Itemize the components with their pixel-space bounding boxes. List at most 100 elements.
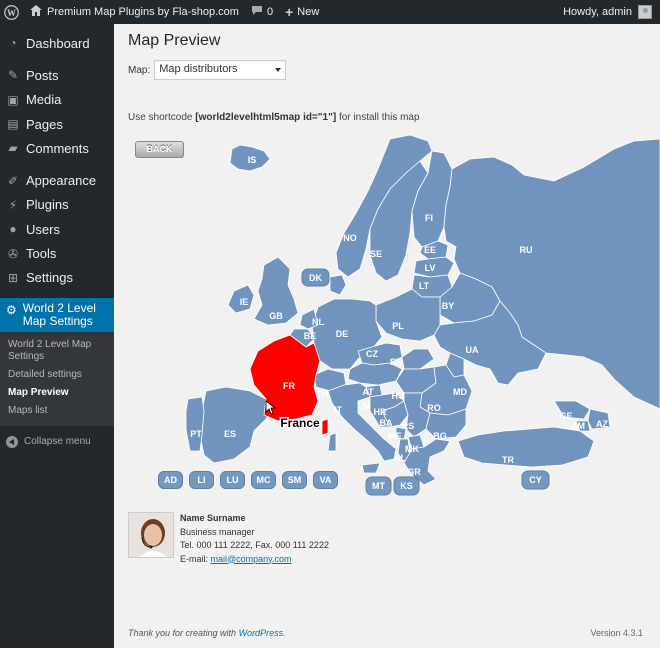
comment-bubble-icon <box>251 5 263 19</box>
label-BG: BG <box>433 431 447 441</box>
comments-link[interactable]: 0 <box>245 0 279 24</box>
collapse-menu-button[interactable]: Collapse menu <box>0 426 114 458</box>
wordpress-link[interactable]: WordPress <box>239 628 284 638</box>
label-IE: IE <box>240 297 249 307</box>
ad-button[interactable]: AD <box>158 471 183 489</box>
shortcode-hint: Use shortcode [world2levelhtml5map id="1… <box>128 112 420 123</box>
footer-thanks: Thank you for creating with WordPress. <box>128 628 286 638</box>
submenu: World 2 Level Map Settings Detailed sett… <box>0 331 114 426</box>
menu-posts[interactable]: ✎ Posts <box>0 63 114 87</box>
label-CZ: CZ <box>366 349 378 359</box>
menu-tools[interactable]: ✇ Tools <box>0 241 114 265</box>
mc-button[interactable]: MC <box>251 471 276 489</box>
comment-icon: ▰ <box>8 141 18 156</box>
menu-dashboard[interactable]: ◔ Dashboard <box>0 31 114 55</box>
settings-icon: ⊞ <box>7 270 19 285</box>
user-icon: ● <box>9 222 17 237</box>
menu-pages[interactable]: ▤ Pages <box>0 112 114 136</box>
country-ES[interactable] <box>199 386 275 464</box>
country-PT[interactable] <box>185 396 205 452</box>
label-BA: BA <box>380 418 393 428</box>
menu-label: Media <box>26 92 62 108</box>
label-GR: GR <box>407 467 421 477</box>
menu-label: Appearance <box>26 173 97 189</box>
label-BY: BY <box>442 301 455 311</box>
label-LV: LV <box>425 263 436 273</box>
sm-button[interactable]: SM <box>282 471 307 489</box>
contact-role: Business manager <box>180 526 255 537</box>
footer-version: Version 4.3.1 <box>590 628 643 638</box>
map-select-value: Map distributors <box>159 63 238 75</box>
pin-icon: ✎ <box>7 68 19 83</box>
site-name-link[interactable]: Premium Map Plugins by Fla-shop.com <box>24 0 245 24</box>
country-SK[interactable] <box>401 348 435 370</box>
menu-label: World 2 Level Map Settings <box>22 300 96 328</box>
label-FI: FI <box>425 213 433 223</box>
submenu-item-current[interactable]: Map Preview <box>0 384 114 402</box>
label-SI: SI <box>362 401 371 411</box>
country-PL[interactable] <box>375 288 441 342</box>
country-RU[interactable] <box>443 138 660 410</box>
submenu-item[interactable]: Maps list <box>0 402 114 420</box>
menu-users[interactable]: ● Users <box>0 217 114 241</box>
country-FR-corsica[interactable] <box>321 418 329 436</box>
shortcode-code: [world2levelhtml5map id="1"] <box>195 112 337 123</box>
collapse-label: Collapse menu <box>24 436 91 448</box>
label-RO: RO <box>427 403 441 413</box>
menu-appearance[interactable]: ✐ Appearance <box>0 168 114 192</box>
plugin-icon: ⚡ <box>8 197 18 212</box>
back-button[interactable]: BACK <box>135 141 184 158</box>
country-tooltip: France <box>280 416 320 430</box>
gear-icon: ⚙ <box>6 302 17 317</box>
li-button[interactable]: LI <box>189 471 214 489</box>
label-ES: ES <box>224 429 236 439</box>
label-GB: GB <box>269 311 283 321</box>
menu-comments[interactable]: ▰ Comments <box>0 136 114 160</box>
label-LT: LT <box>419 281 430 291</box>
label-IT: IT <box>334 405 343 415</box>
new-content-link[interactable]: + New <box>279 0 325 24</box>
va-button[interactable]: VA <box>313 471 338 489</box>
label-ME: ME <box>388 431 402 441</box>
account-menu[interactable]: Howdy, admin <box>557 0 660 24</box>
lu-button[interactable]: LU <box>220 471 245 489</box>
label-HR: HR <box>374 407 387 417</box>
ks-button-label: KS <box>400 481 413 491</box>
svg-text:W: W <box>7 7 16 17</box>
contact-info: Name Surname Business manager Tel. 000 1… <box>180 512 329 566</box>
submenu-item[interactable]: World 2 Level Map Settings <box>0 336 114 366</box>
menu-label: Dashboard <box>26 35 90 51</box>
avatar <box>638 5 652 19</box>
menu-label: Pages <box>26 116 63 132</box>
label-GE: GE <box>559 411 572 421</box>
page-title: Map Preview <box>128 32 221 49</box>
country-IT-sardinia[interactable] <box>327 432 337 452</box>
label-EE: EE <box>424 245 436 255</box>
label-MD: MD <box>453 387 467 397</box>
submenu-item[interactable]: Detailed settings <box>0 366 114 384</box>
label-CH: CH <box>316 389 329 399</box>
menu-settings[interactable]: ⊞ Settings <box>0 266 114 290</box>
contact-phone: Tel. 000 111 2222, Fax. 000 111 2222 <box>180 540 329 550</box>
country-IT-sicily[interactable] <box>361 462 381 474</box>
label-MK: MK <box>405 444 419 454</box>
dk-button-label: DK <box>309 273 322 283</box>
new-label: New <box>297 6 320 18</box>
menu-label: Posts <box>26 67 59 83</box>
country-TR[interactable] <box>457 426 595 468</box>
menu-media[interactable]: ▣ Media <box>0 88 114 112</box>
mt-button-label: MT <box>372 481 385 491</box>
menu-plugins[interactable]: ⚡ Plugins <box>0 193 114 217</box>
label-AM: AM <box>571 421 585 431</box>
contact-name: Name Surname <box>180 513 246 523</box>
map-select[interactable]: Map distributors <box>154 60 287 80</box>
home-icon <box>30 5 42 19</box>
wordpress-logo-icon[interactable]: W <box>0 0 24 24</box>
contact-email-link[interactable]: mail@company.com <box>211 554 292 564</box>
label-IS: IS <box>248 155 257 165</box>
contact-card: Name Surname Business manager Tel. 000 1… <box>128 512 329 566</box>
comments-count: 0 <box>266 6 274 18</box>
greeting: Howdy, admin <box>563 6 632 18</box>
menu-world-2-level-map[interactable]: ⚙ World 2 Level Map Settings <box>0 297 114 332</box>
cy-button-label: CY <box>529 475 542 485</box>
